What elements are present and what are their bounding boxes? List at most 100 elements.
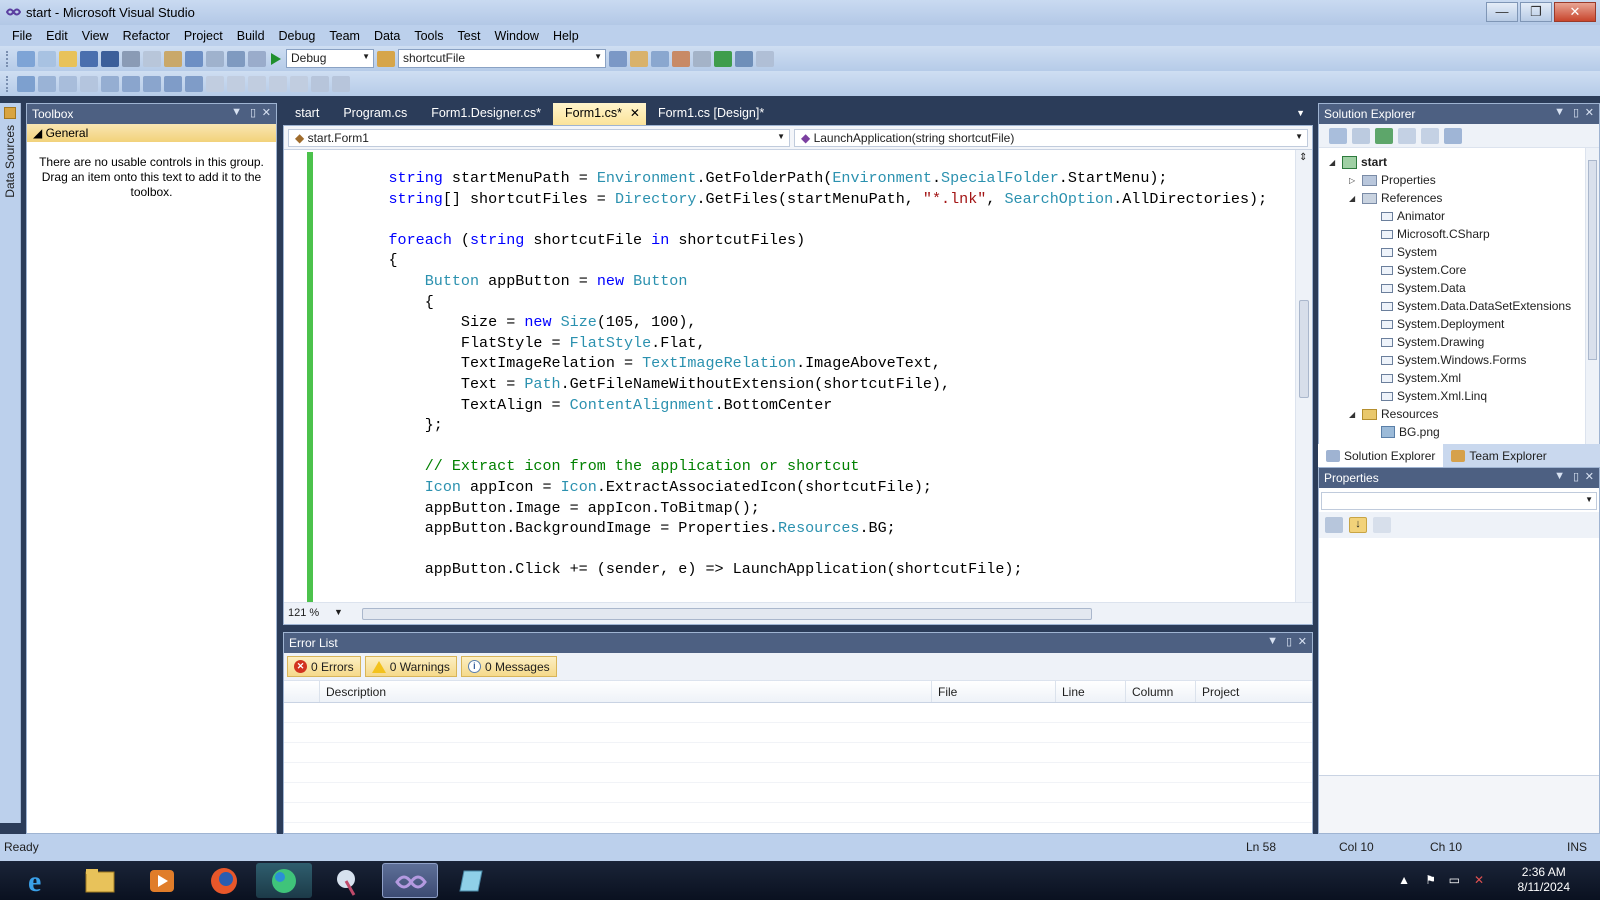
- media-player-button[interactable]: [134, 863, 190, 898]
- toolbar-grip[interactable]: [6, 50, 10, 67]
- code-line[interactable]: {: [316, 250, 1267, 271]
- tab-form1-design[interactable]: Form1.cs [Design]*: [646, 103, 776, 125]
- action-center-flag-icon[interactable]: ⚑: [1425, 873, 1436, 887]
- menu-data[interactable]: Data: [367, 29, 407, 43]
- bookmark-icon[interactable]: [206, 75, 224, 92]
- code-line[interactable]: TextAlign = ContentAlignment.BottomCente…: [316, 395, 1267, 416]
- indent-icon[interactable]: [122, 75, 140, 92]
- view-designer-icon[interactable]: [1421, 127, 1439, 144]
- refresh-icon[interactable]: [1375, 127, 1393, 144]
- code-line[interactable]: appButton.BackgroundImage = Properties.R…: [316, 518, 1267, 539]
- next-bookmark-icon[interactable]: [248, 75, 266, 92]
- add-item-icon[interactable]: [38, 50, 56, 67]
- properties-object-combo[interactable]: ▼: [1321, 492, 1597, 510]
- close-button[interactable]: ✕: [1554, 2, 1596, 22]
- column-icon-header[interactable]: [284, 681, 320, 702]
- extension-manager-icon[interactable]: [735, 50, 753, 67]
- dropdown-icon[interactable]: ▼: [1554, 106, 1565, 118]
- align-centers-icon[interactable]: [59, 75, 77, 92]
- tree-node-resources[interactable]: ◢ Resources: [1349, 405, 1438, 423]
- toolbar-grip[interactable]: [6, 75, 10, 92]
- menu-view[interactable]: View: [75, 29, 116, 43]
- column-project[interactable]: Project: [1196, 681, 1312, 702]
- restore-button[interactable]: ❐: [1520, 2, 1552, 22]
- network-icon[interactable]: ▭: [1449, 873, 1460, 887]
- new-project-icon[interactable]: [17, 50, 35, 67]
- split-icon[interactable]: ⇕: [1299, 152, 1307, 163]
- code-line[interactable]: Button appButton = new Button: [316, 271, 1267, 292]
- member-combo[interactable]: ◆ LaunchApplication(string shortcutFile)…: [794, 129, 1308, 147]
- clear-bookmarks-icon[interactable]: [311, 75, 329, 92]
- expand-arrow-icon[interactable]: ▷: [1349, 176, 1358, 185]
- save-all-icon[interactable]: [101, 50, 119, 67]
- zoom-dropdown-icon[interactable]: ▼: [334, 607, 343, 617]
- tree-node-reference[interactable]: Microsoft.CSharp: [1381, 225, 1490, 243]
- code-line[interactable]: [316, 539, 1267, 560]
- find-in-files-icon[interactable]: [377, 50, 395, 67]
- menu-team[interactable]: Team: [322, 29, 367, 43]
- warnings-filter-button[interactable]: 0 Warnings: [364, 656, 457, 677]
- tree-node-reference[interactable]: System.Core: [1381, 261, 1466, 279]
- code-line[interactable]: string[] shortcutFiles = Directory.GetFi…: [316, 189, 1267, 210]
- pin-icon[interactable]: ▯: [250, 106, 256, 119]
- column-file[interactable]: File: [932, 681, 1056, 702]
- tab-solution-explorer[interactable]: Solution Explorer: [1318, 444, 1444, 467]
- command-window-icon[interactable]: [756, 50, 774, 67]
- firefox-button[interactable]: [196, 863, 252, 898]
- prev-bookmark-icon[interactable]: [227, 75, 245, 92]
- collapse-arrow-icon[interactable]: ◢: [1349, 410, 1358, 419]
- errors-filter-button[interactable]: ✕ 0 Errors: [287, 656, 361, 677]
- text-size-icon[interactable]: [80, 75, 98, 92]
- volume-muted-icon[interactable]: ✕: [1474, 873, 1484, 887]
- column-column[interactable]: Column: [1126, 681, 1196, 702]
- property-pages-icon[interactable]: [1373, 517, 1391, 533]
- show-hidden-icons-icon[interactable]: ▲: [1398, 873, 1410, 887]
- collapse-arrow-icon[interactable]: ◢: [1349, 194, 1358, 203]
- close-icon[interactable]: ✕: [1585, 106, 1594, 119]
- tree-node-properties[interactable]: ▷ Properties: [1349, 171, 1436, 189]
- menu-build[interactable]: Build: [230, 29, 272, 43]
- align-to-grid-icon[interactable]: [17, 75, 35, 92]
- close-tab-icon[interactable]: ✕: [630, 106, 640, 120]
- vertical-scrollbar[interactable]: ⇕: [1295, 150, 1312, 602]
- messages-filter-button[interactable]: i0 Messages: [460, 656, 557, 677]
- tab-team-explorer[interactable]: Team Explorer: [1443, 444, 1554, 467]
- code-line[interactable]: FlatStyle = FlatStyle.Flat,: [316, 333, 1267, 354]
- app-button[interactable]: [256, 863, 312, 898]
- toolbox-group-general[interactable]: ◢ General: [27, 124, 276, 142]
- start-debugging-icon[interactable]: [269, 52, 283, 66]
- outdent-icon[interactable]: [143, 75, 161, 92]
- solution-tree-scrollbar[interactable]: [1585, 148, 1599, 444]
- dropdown-icon[interactable]: ▼: [1267, 635, 1278, 647]
- code-line[interactable]: {: [316, 292, 1267, 313]
- notepad-button[interactable]: [442, 863, 498, 898]
- find-combo[interactable]: shortcutFile ▼: [398, 49, 606, 68]
- show-all-files-icon[interactable]: [1352, 127, 1370, 144]
- tab-form1-cs[interactable]: Form1.cs* ✕: [552, 103, 646, 125]
- tree-node-reference[interactable]: Animator: [1381, 207, 1445, 225]
- code-line[interactable]: [316, 209, 1267, 230]
- visual-studio-task-button[interactable]: [382, 863, 438, 898]
- tab-program-cs[interactable]: Program.cs: [331, 103, 419, 125]
- alphabetical-icon[interactable]: ↓: [1349, 517, 1367, 533]
- menu-refactor[interactable]: Refactor: [116, 29, 177, 43]
- vertical-scroll-thumb[interactable]: [1299, 300, 1309, 398]
- code-line[interactable]: // Extract icon from the application or …: [316, 456, 1267, 477]
- file-explorer-button[interactable]: [72, 863, 128, 898]
- data-sources-strip[interactable]: Data Sources: [0, 103, 21, 823]
- code-line[interactable]: Size = new Size(105, 100),: [316, 312, 1267, 333]
- code-editor[interactable]: ◆ start.Form1 ▼ ◆ LaunchApplication(strin…: [283, 125, 1313, 625]
- tree-node-project[interactable]: ◢ start: [1329, 153, 1387, 171]
- tab-list-dropdown-icon[interactable]: ▼: [1296, 108, 1305, 118]
- comment-lines-icon[interactable]: [164, 75, 182, 92]
- prev-bookmark-folder-icon[interactable]: [269, 75, 287, 92]
- tree-node-reference[interactable]: System.Xml.Linq: [1381, 387, 1487, 405]
- object-browser-icon[interactable]: [672, 50, 690, 67]
- tree-node-reference[interactable]: System.Xml: [1381, 369, 1461, 387]
- tree-node-reference[interactable]: System.Data.DataSetExtensions: [1381, 297, 1571, 315]
- internet-explorer-button[interactable]: e: [12, 863, 68, 898]
- code-line[interactable]: TextImageRelation = TextImageRelation.Im…: [316, 353, 1267, 374]
- tree-node-bg-png[interactable]: BG.png: [1381, 423, 1440, 441]
- code-text[interactable]: string startMenuPath = Environment.GetFo…: [316, 168, 1267, 580]
- pin-icon[interactable]: ▯: [1573, 106, 1579, 119]
